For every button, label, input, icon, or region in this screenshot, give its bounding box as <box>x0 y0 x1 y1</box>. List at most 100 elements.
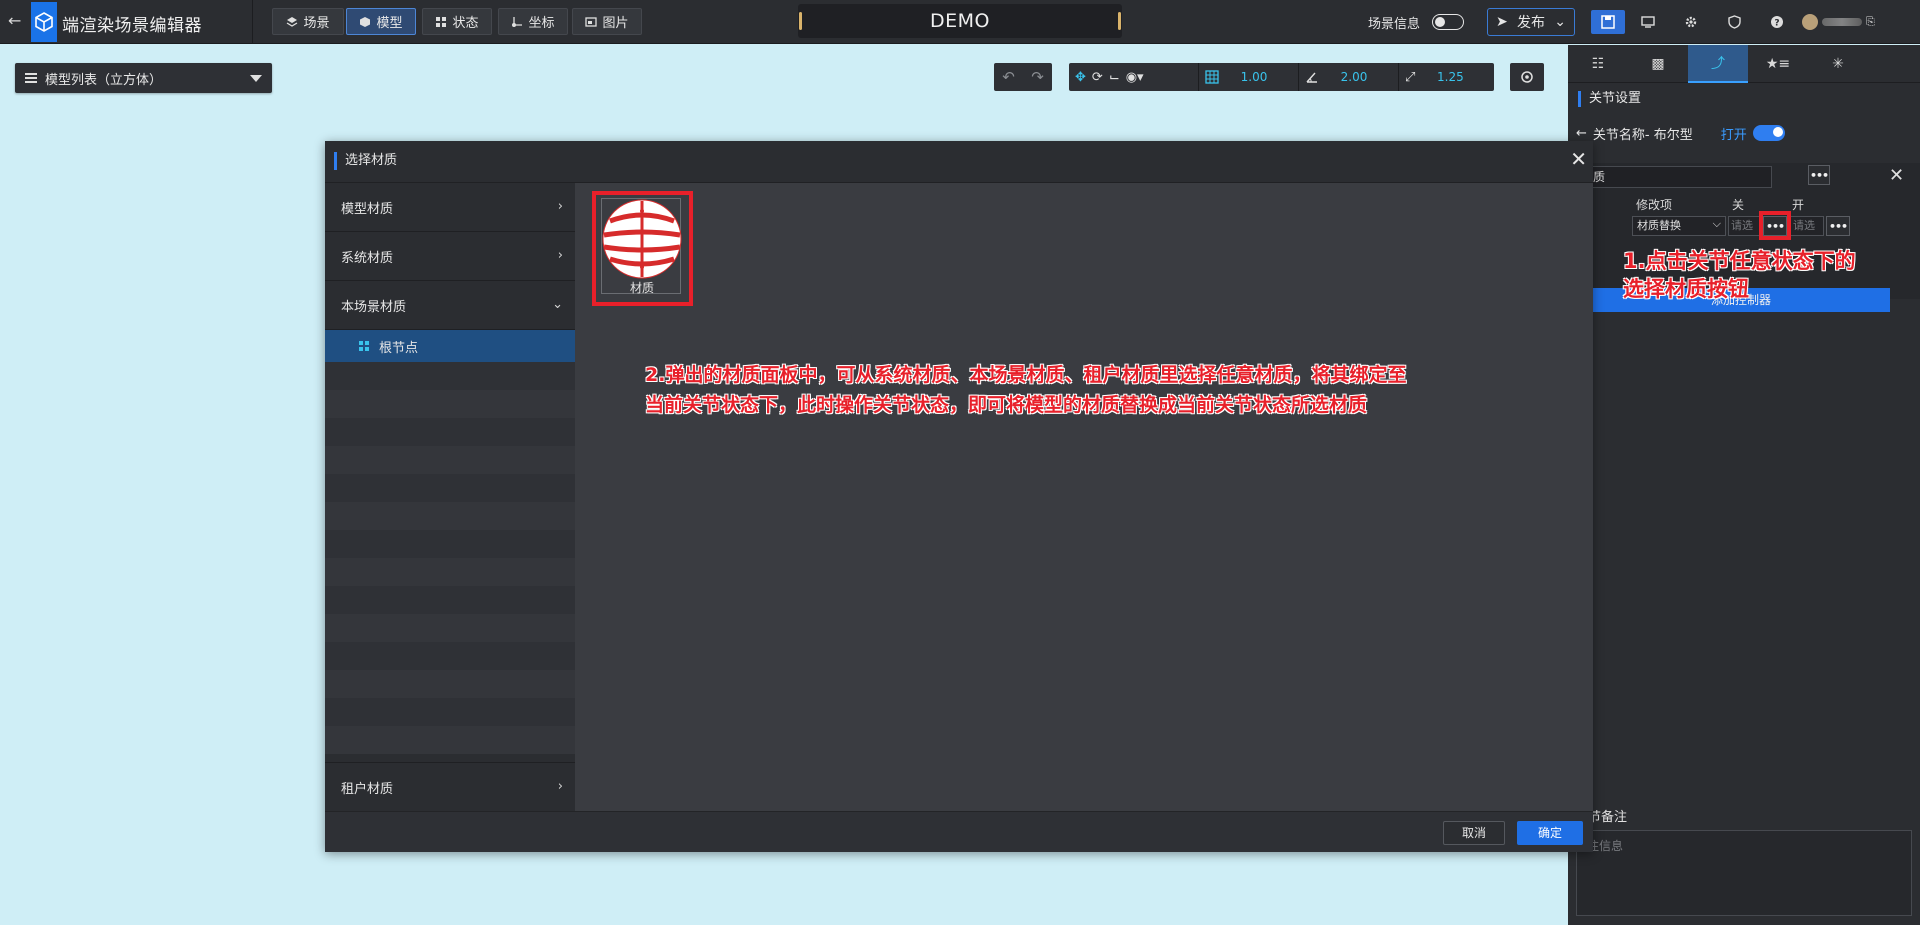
tab-label: 状态 <box>452 16 479 31</box>
grid-snap-value[interactable]: 1.00 <box>1225 70 1283 84</box>
list-row <box>325 530 575 558</box>
avatar <box>1802 14 1818 30</box>
category-label: 系统材质 <box>341 250 394 266</box>
move-icon[interactable]: ✥ <box>1075 70 1086 85</box>
tab-coordinate[interactable]: 坐标 <box>498 8 568 35</box>
notes-textarea[interactable]: 注信息 <box>1576 830 1912 916</box>
help-icon[interactable]: ? <box>1766 11 1788 33</box>
image-icon <box>585 16 598 27</box>
tab-model[interactable]: 模型 <box>346 8 416 35</box>
state-more-button[interactable]: ••• <box>1808 165 1830 185</box>
app-logo-icon <box>31 2 57 42</box>
effects-icon[interactable]: ✳ <box>1808 45 1868 83</box>
annotation-line: 1.点击关节任意状态下的 <box>1623 249 1856 273</box>
user-name-redacted <box>1822 18 1862 26</box>
open-label: 打开 <box>1720 127 1747 143</box>
category-label: 模型材质 <box>341 201 394 217</box>
column-modify: 修改项 <box>1636 198 1673 212</box>
undo-redo-group: ↶ ↷ <box>994 63 1052 91</box>
undo-icon[interactable]: ↶ <box>1002 68 1015 86</box>
shield-icon[interactable] <box>1723 11 1745 33</box>
scale-snap-value[interactable]: 1.25 <box>1421 70 1479 84</box>
open-toggle[interactable] <box>1752 125 1785 141</box>
angle-snap-icon[interactable] <box>1305 70 1319 84</box>
list-row <box>325 586 575 614</box>
reset-view-icon[interactable] <box>1510 63 1544 91</box>
state-name-input[interactable]: 质 <box>1588 166 1772 188</box>
scale-axis-icon[interactable]: ⌙ <box>1109 70 1120 85</box>
project-name: DEMO <box>798 4 1122 38</box>
category-tenant-material[interactable]: 租户材质 › <box>325 762 575 811</box>
top-bar: ← 端渲染场景编辑器 场景 模型 状态 坐标 图片 DEMO 场景信息 ➤ 发布… <box>0 0 1920 44</box>
angle-snap-group: 2.00 <box>1299 63 1399 91</box>
axis-icon <box>512 16 523 27</box>
close-icon[interactable]: ✕ <box>1889 165 1904 186</box>
hierarchy-icon[interactable]: ☷ <box>1568 45 1628 83</box>
camera-mode-icon[interactable]: ◉▾ <box>1126 70 1144 85</box>
logout-icon: ⎘ <box>1866 15 1875 28</box>
close-icon[interactable]: ✕ <box>1570 149 1587 169</box>
chevron-right-icon: › <box>557 199 563 214</box>
tree-item-label: 根节点 <box>379 340 419 356</box>
notes-label: 节备注 <box>1588 810 1628 825</box>
tree-item-root[interactable]: 根节点 <box>325 330 575 362</box>
layers-icon <box>287 16 298 27</box>
expand-icon[interactable]: ⤢ <box>1405 70 1415 85</box>
open-material-input[interactable]: 请选择 <box>1790 216 1824 236</box>
settings-icon[interactable] <box>1680 11 1702 33</box>
category-scene-material[interactable]: 本场景材质 ⌄ <box>325 281 575 330</box>
scene-info-label: 场景信息 <box>1368 17 1421 32</box>
joint-icon[interactable]: ⤴ <box>1688 45 1748 83</box>
app-title: 端渲染场景编辑器 <box>62 16 202 36</box>
publish-button[interactable]: ➤ 发布 ⌄ <box>1487 8 1575 36</box>
dialog-title: 选择材质 <box>334 152 397 170</box>
close-material-input[interactable]: 请选 <box>1728 216 1760 236</box>
more-icon: ••• <box>1808 165 1830 185</box>
highlight-box <box>592 191 693 306</box>
model-list-dropdown[interactable]: 模型列表（立方体） <box>15 63 272 93</box>
back-arrow-icon[interactable]: ← <box>8 12 24 30</box>
send-icon: ➤ <box>1496 14 1508 30</box>
confirm-button[interactable]: 确定 <box>1517 821 1583 845</box>
tab-state[interactable]: 状态 <box>422 8 492 35</box>
cancel-button[interactable]: 取消 <box>1443 821 1505 845</box>
joint-name-row: ← 关节名称- 布尔型 打开 <box>1576 124 1916 143</box>
back-arrow-icon[interactable]: ← <box>1576 126 1587 141</box>
joint-name: 关节名称- 布尔型 <box>1592 127 1693 143</box>
annotation-step2: 2.弹出的材质面板中，可从系统材质、本场景材质、租户材质里选择任意材质，将其绑定… <box>645 360 1406 420</box>
tab-label: 图片 <box>602 16 629 31</box>
dialog-header: 选择材质 ✕ <box>325 141 1593 183</box>
modify-select[interactable]: 材质替换 <box>1632 215 1726 236</box>
category-label: 租户材质 <box>341 781 394 797</box>
column-open: 开 <box>1792 198 1805 212</box>
material-icon[interactable]: ▩ <box>1628 45 1688 83</box>
transform-toolbar: ✥ ⟳ ⌙ ◉▾ 1.00 2.00 ⤢ 1.25 <box>1069 63 1494 91</box>
tab-scene[interactable]: 场景 <box>272 8 344 35</box>
preview-icon[interactable] <box>1637 11 1659 33</box>
list-row <box>325 418 575 446</box>
grid-snap-icon[interactable] <box>1205 70 1219 84</box>
tab-label: 坐标 <box>528 16 555 31</box>
angle-snap-value[interactable]: 2.00 <box>1325 70 1383 84</box>
scene-info-toggle[interactable] <box>1432 14 1464 30</box>
grid-icon <box>436 16 447 27</box>
category-model-material[interactable]: 模型材质 › <box>325 183 575 232</box>
favorites-icon[interactable]: ★≡ <box>1748 45 1808 83</box>
open-material-more-button[interactable]: ••• <box>1826 216 1850 236</box>
list-row <box>325 642 575 670</box>
list-row <box>325 558 575 586</box>
scale-snap-group: ⤢ 1.25 <box>1399 63 1494 91</box>
redo-icon[interactable]: ↷ <box>1031 68 1044 86</box>
tab-image[interactable]: 图片 <box>572 8 642 35</box>
list-row <box>325 726 575 754</box>
rotate-icon[interactable]: ⟳ <box>1092 70 1103 85</box>
list-row <box>325 474 575 502</box>
right-panel: ☷ ▩ ⤴ ★≡ ✳ 关节设置 ← 关节名称- 布尔型 打开 质 节备注 <box>1568 45 1920 925</box>
save-icon[interactable] <box>1591 10 1625 34</box>
category-system-material[interactable]: 系统材质 › <box>325 232 575 281</box>
annotation-step1: 1.点击关节任意状态下的 选择材质按钮 <box>1623 247 1856 303</box>
publish-label: 发布 <box>1517 15 1545 31</box>
list-row <box>325 446 575 474</box>
chevron-down-icon: ⌄ <box>552 297 563 312</box>
user-menu[interactable]: ⎘ <box>1802 12 1876 32</box>
